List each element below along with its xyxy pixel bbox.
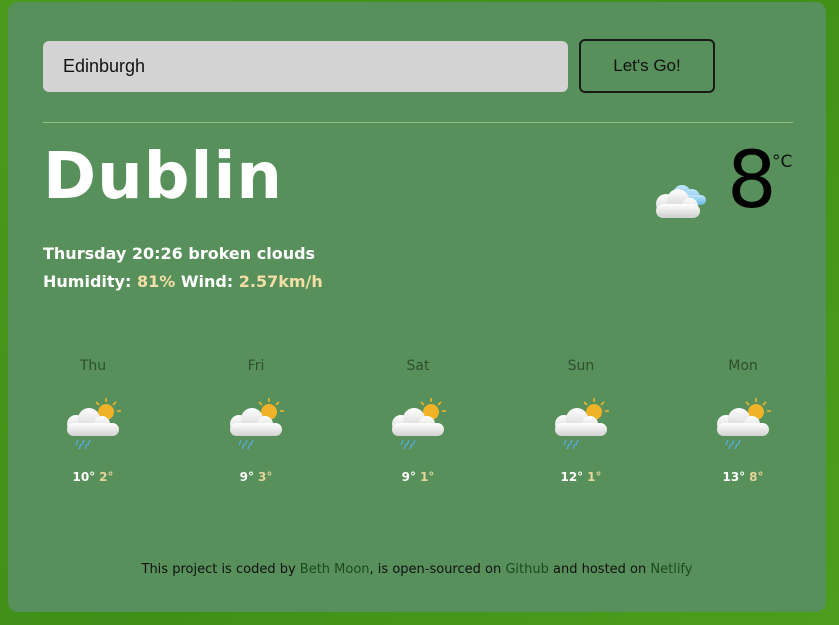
forecast-min: 1° [587,470,602,484]
sun-cloud-rain-icon [368,396,468,452]
forecast-day-name: Sat [406,358,430,374]
forecast-temps: 10° 2° [43,470,143,484]
forecast-day-name: Thu [79,358,107,374]
humidity-value: 81% [136,272,176,291]
forecast-day-name: Fri [247,358,265,374]
forecast-min: 8° [749,470,764,484]
forecast-temps: 13° 8° [693,470,793,484]
forecast-max: 13° [722,470,746,484]
forecast-temps: 9° 3° [206,470,306,484]
weather-card: Let's Go! Dublin Thursday 20:26 broken c… [8,2,826,612]
footer: This project is coded by Beth Moon, is o… [8,562,826,577]
forecast-day: Fri 9° 3° [206,358,306,484]
author-link[interactable]: Beth Moon [300,562,370,577]
footer-text-2: , is open-sourced on [369,562,502,577]
day-time: Thursday 20:26 [43,244,183,263]
forecast-day-name: Mon [728,358,758,374]
forecast-day: Mon 13° 8° [693,358,793,484]
lets-go-button[interactable]: Let's Go! [579,39,715,93]
forecast-day: Sat 9° 1° [368,358,468,484]
forecast-min: 1° [420,470,435,484]
wind-value: 2.57km/h [238,272,323,291]
forecast-temps: 12° 1° [531,470,631,484]
weather-description: broken clouds [188,244,316,263]
city-search-input[interactable] [43,40,568,92]
divider [43,122,793,123]
current-details: Thursday 20:26 broken clouds Humidity: 8… [43,240,323,296]
sun-cloud-rain-icon [693,396,793,452]
forecast-day: Thu 10° 2° [43,358,143,484]
wind-label: Wind: [180,272,234,291]
github-link[interactable]: Github [505,562,549,577]
forecast-min: 3° [258,470,273,484]
forecast-max: 9° [239,470,254,484]
search-form: Let's Go! [43,39,715,93]
sun-cloud-rain-icon [43,396,143,452]
forecast-max: 9° [401,470,416,484]
city-name: Dublin [43,140,283,214]
footer-text-1: This project is coded by [141,562,296,577]
forecast-temps: 9° 1° [368,470,468,484]
forecast-day: Sun 12° 1° [531,358,631,484]
broken-clouds-icon [646,178,710,226]
footer-text-3: and hosted on [553,562,647,577]
sun-cloud-rain-icon [531,396,631,452]
forecast-max: 10° [72,470,96,484]
forecast-max: 12° [560,470,584,484]
celsius-unit[interactable]: °C [772,152,792,172]
current-temperature: 8 [727,136,777,226]
netlify-link[interactable]: Netlify [650,562,692,577]
humidity-label: Humidity: [43,272,132,291]
sun-cloud-rain-icon [206,396,306,452]
forecast-min: 2° [99,470,114,484]
forecast-day-name: Sun [567,358,595,374]
